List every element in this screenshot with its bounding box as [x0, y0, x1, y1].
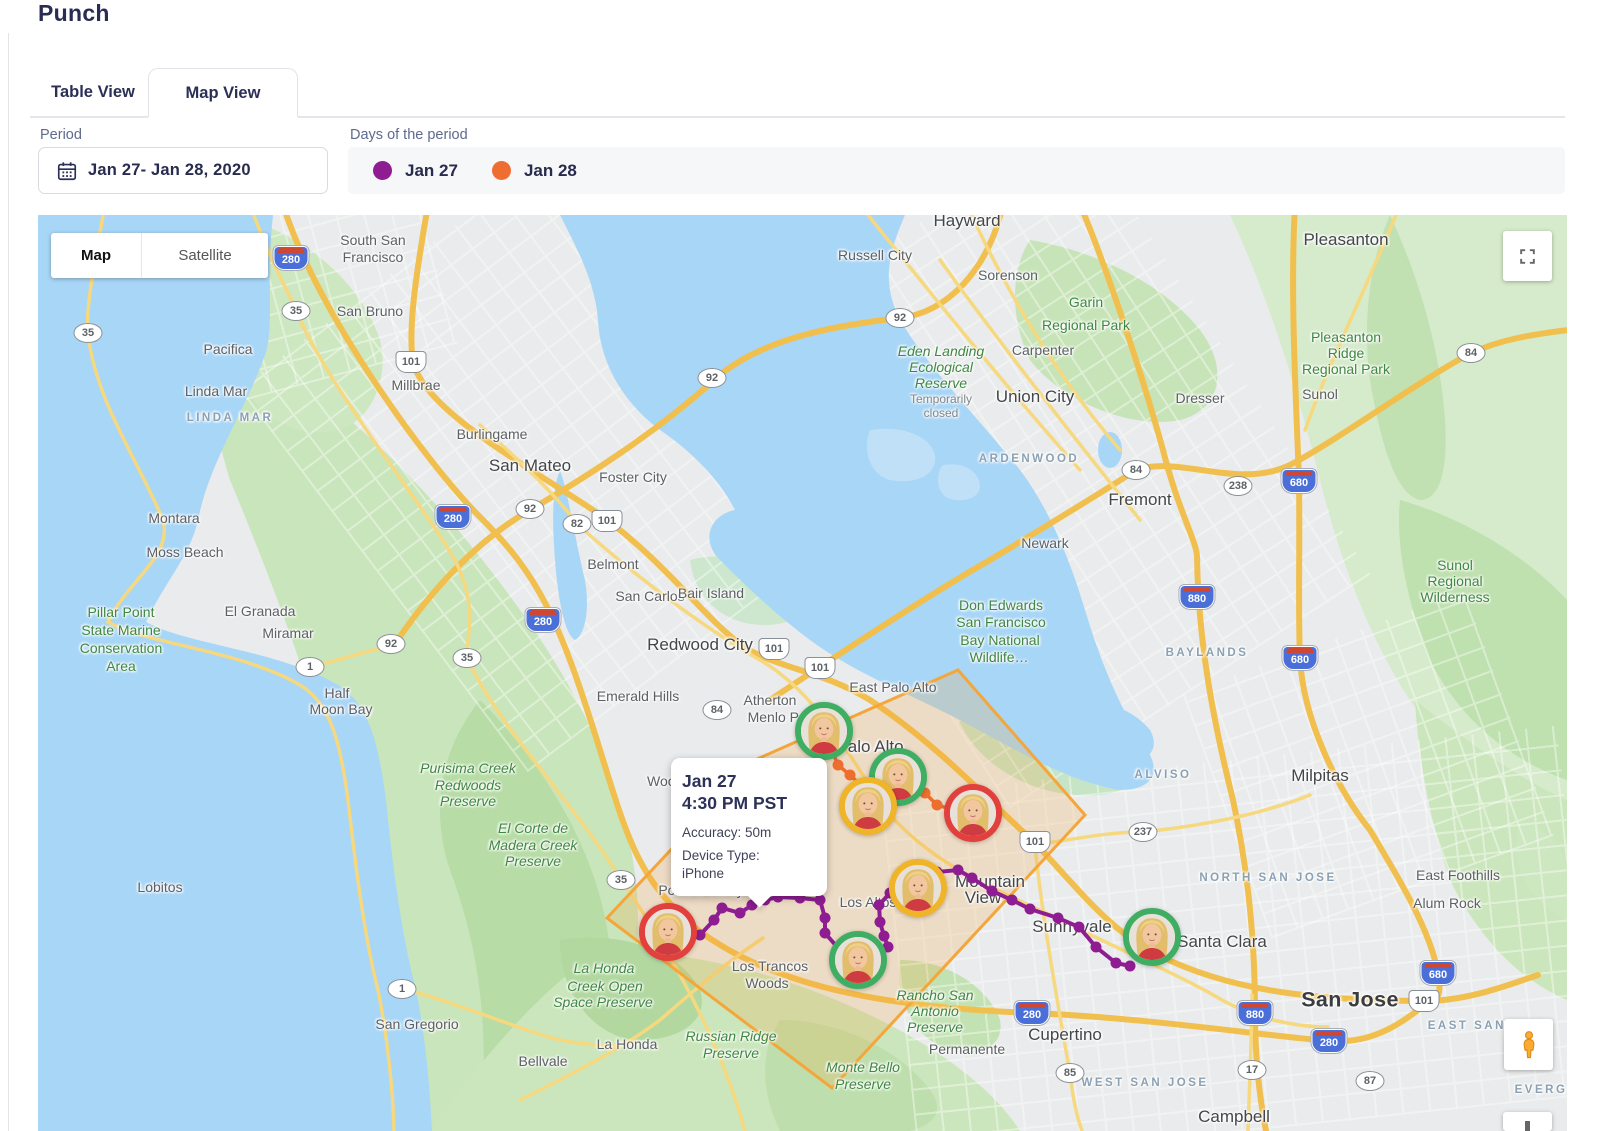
tab-table-view[interactable]: Table View: [38, 68, 148, 117]
jan27-dot-icon: [373, 161, 392, 180]
page-title: Punch: [38, 0, 110, 27]
tab-map-view-label: Map View: [186, 84, 261, 103]
tooltip-date: Jan 27: [682, 771, 817, 793]
zoom-in-button[interactable]: [1503, 1112, 1552, 1131]
left-divider: [8, 33, 9, 1131]
punch-avatar-marker-red[interactable]: [639, 903, 697, 961]
tooltip-device-value: iPhone: [682, 865, 817, 883]
tooltip-time: 4:30 PM PST: [682, 793, 817, 815]
punch-avatar-marker-gold[interactable]: [889, 859, 947, 917]
period-value: Jan 27- Jan 28, 2020: [88, 161, 251, 180]
punch-routes-layer: [38, 215, 1567, 1131]
fullscreen-button[interactable]: [1503, 231, 1552, 281]
tab-underline: [30, 116, 148, 118]
tab-map-view[interactable]: Map View: [148, 68, 298, 117]
pegman-button[interactable]: [1504, 1019, 1553, 1070]
calendar-icon: [56, 160, 78, 182]
punch-avatar-marker-green[interactable]: [1123, 908, 1181, 966]
jan28-dot-icon: [492, 161, 511, 180]
map-type-map-button[interactable]: Map: [51, 233, 141, 278]
punch-page: Punch Table View Map View Period Jan 27-…: [0, 0, 1600, 1131]
days-of-period-label: Days of the period: [350, 127, 468, 143]
map-canvas[interactable]: HaywardRussell CitySorensonGarinRegional…: [38, 215, 1567, 1131]
legend-item-jan27: Jan 27: [373, 161, 458, 181]
period-date-picker[interactable]: Jan 27- Jan 28, 2020: [38, 147, 328, 194]
legend-label: Jan 27: [405, 161, 458, 181]
tab-table-view-label: Table View: [51, 83, 135, 102]
tooltip-device: Device Type: iPhone: [682, 847, 817, 882]
tooltip-accuracy: Accuracy: 50m: [682, 824, 817, 842]
tab-underline: [298, 116, 1565, 118]
days-legend: Jan 27 Jan 28: [348, 147, 1565, 194]
period-label: Period: [40, 127, 82, 143]
punch-info-tooltip: Jan 27 4:30 PM PST Accuracy: 50m Device …: [671, 758, 827, 896]
tooltip-device-label: Device Type:: [682, 847, 817, 865]
punch-avatar-marker-red[interactable]: [944, 784, 1002, 842]
pegman-icon: [1515, 1029, 1543, 1061]
map-type-satellite-button[interactable]: Satellite: [141, 233, 268, 278]
zoom-in-icon: [1525, 1121, 1530, 1131]
legend-item-jan28: Jan 28: [492, 161, 577, 181]
punch-avatar-marker-gold[interactable]: [839, 777, 897, 835]
fullscreen-icon: [1518, 247, 1537, 266]
punch-avatar-marker-green[interactable]: [795, 702, 853, 760]
punch-avatar-marker-green[interactable]: [829, 931, 887, 989]
legend-label: Jan 28: [524, 161, 577, 181]
map-type-control: Map Satellite: [51, 233, 268, 278]
